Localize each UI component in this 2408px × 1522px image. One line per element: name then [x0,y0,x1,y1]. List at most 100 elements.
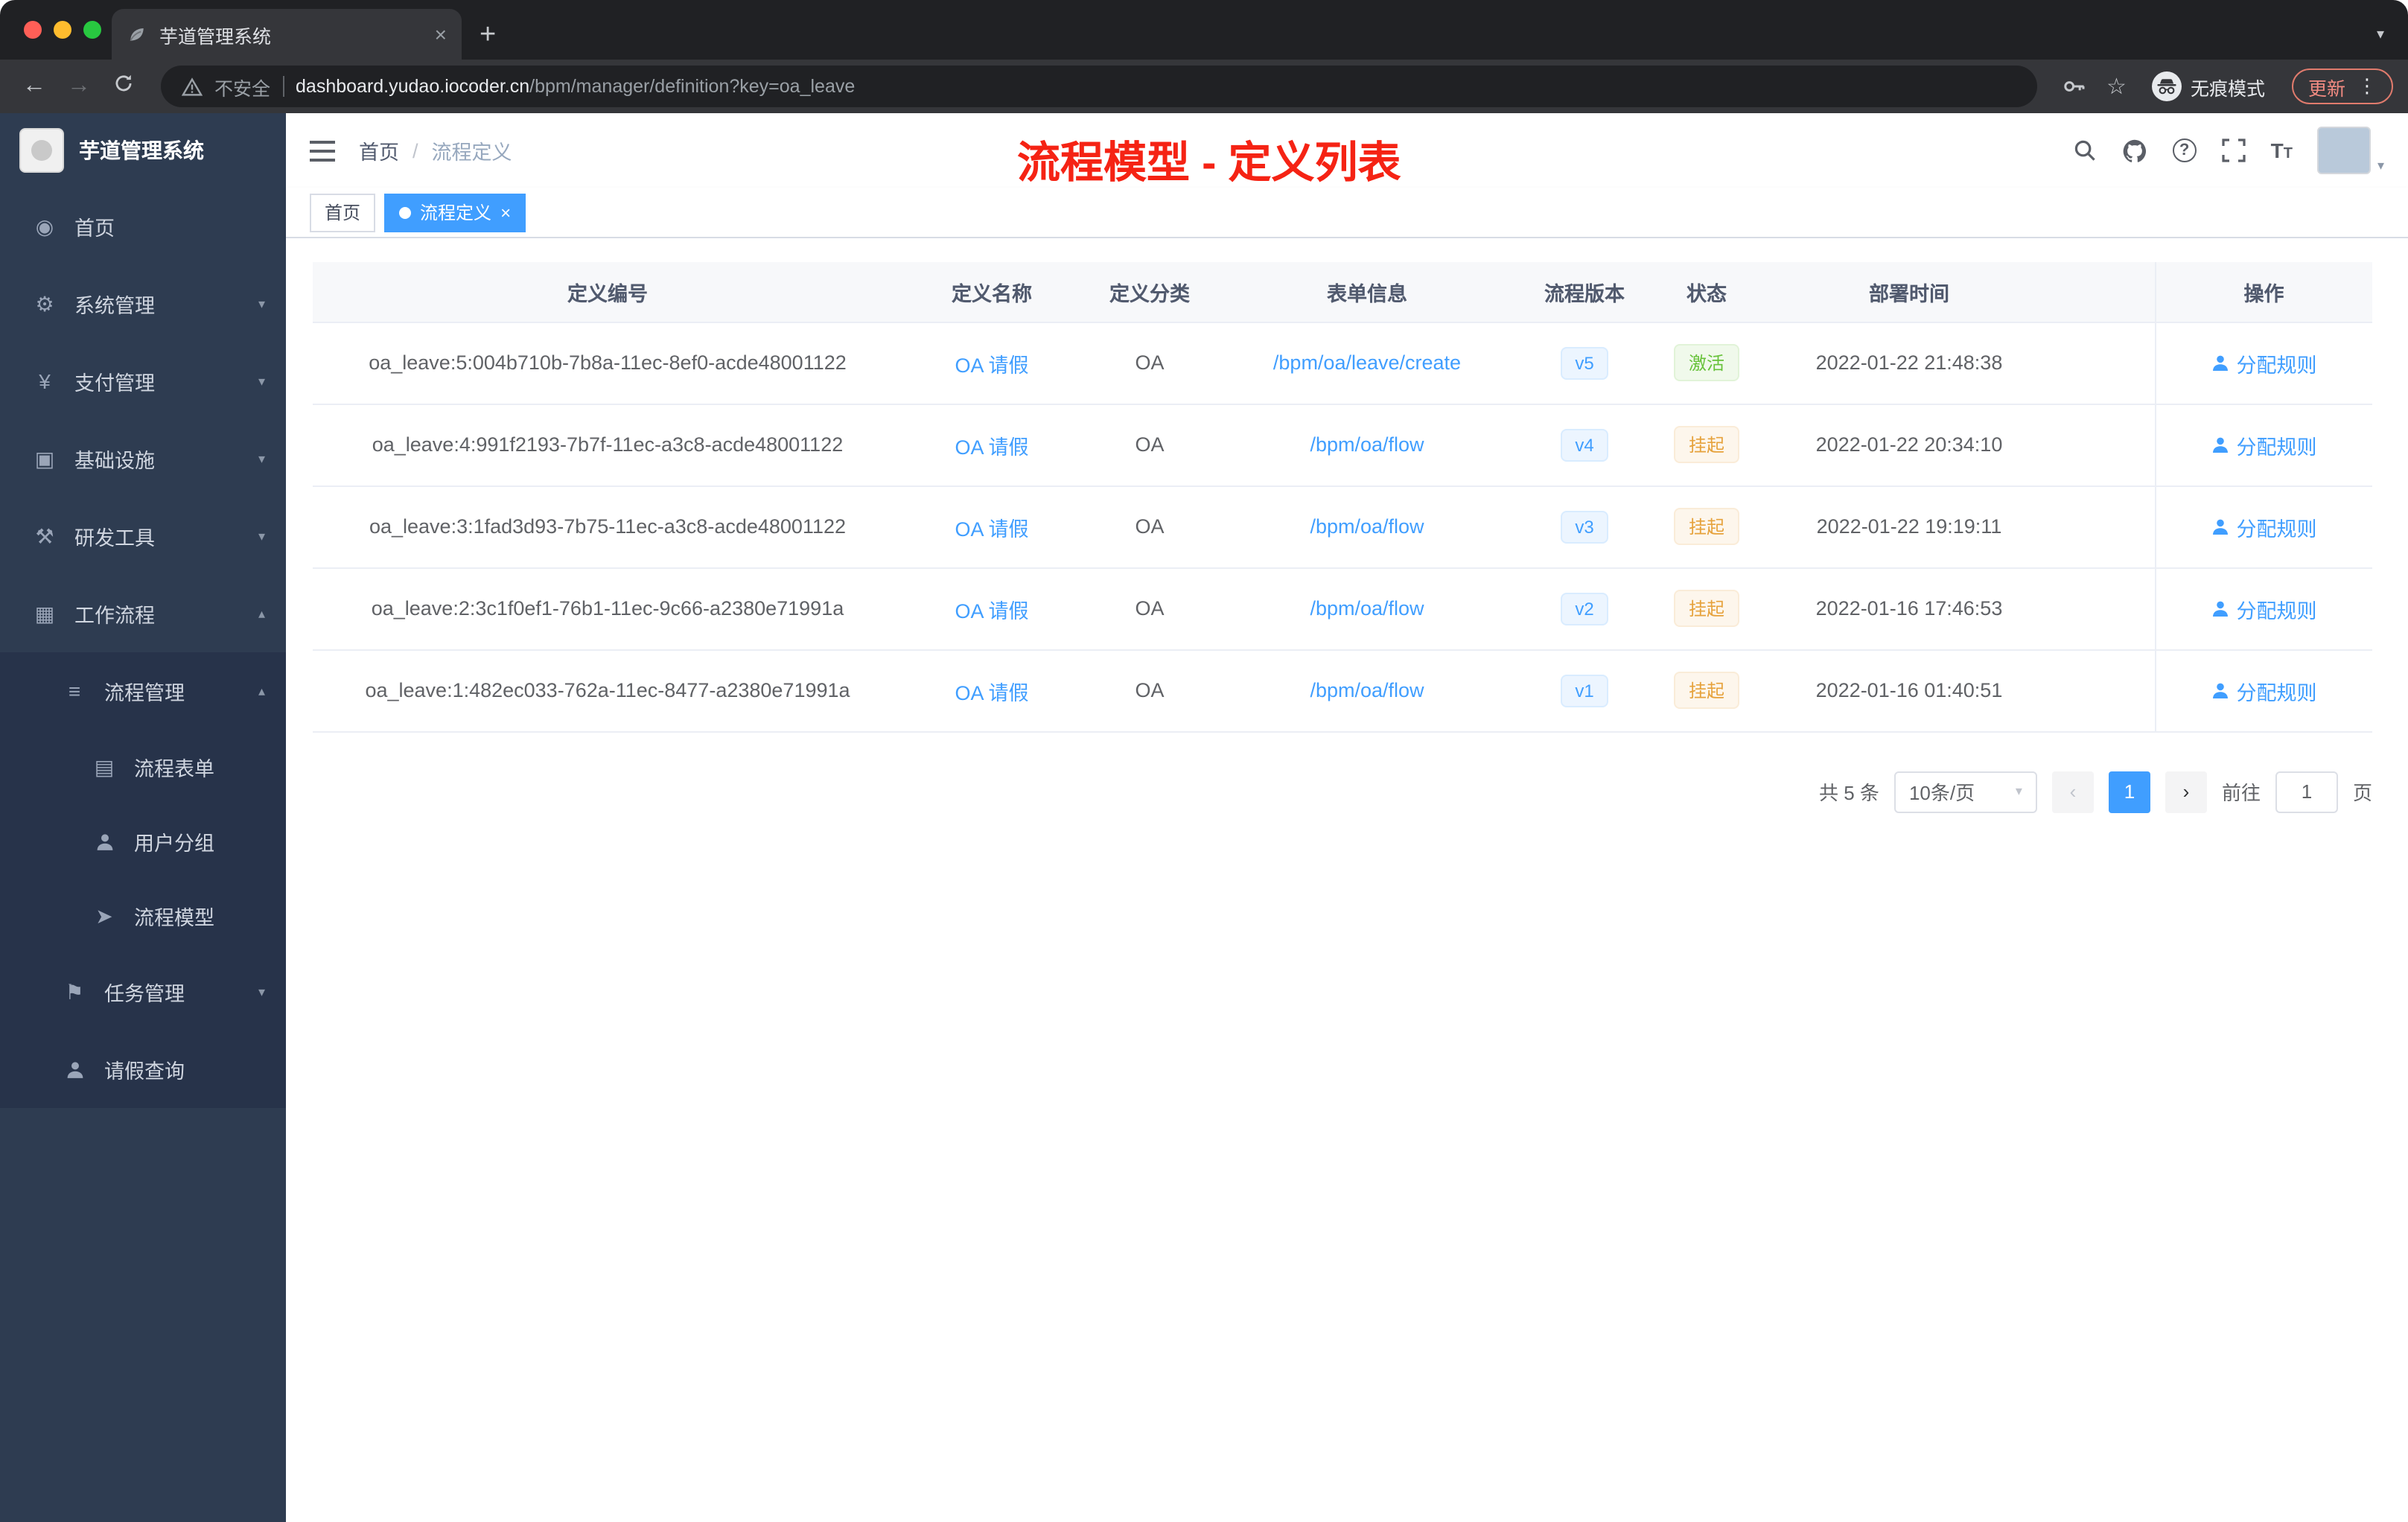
form-link[interactable]: /bpm/oa/flow [1310,597,1424,620]
tab-search-icon[interactable]: ▾ [2377,27,2384,43]
menu-kebab-icon[interactable]: ⋮ [2357,74,2377,98]
help-icon[interactable]: ? [2172,138,2197,162]
gear-icon: ⚙ [35,291,54,315]
definition-category: OA [1081,567,1218,650]
sidebar-fold-icon[interactable] [310,139,335,162]
search-icon[interactable] [2073,138,2097,162]
definition-name-link[interactable]: OA 请假 [955,354,1028,376]
forward-button[interactable]: → [60,73,98,100]
github-icon[interactable] [2122,138,2147,163]
user-avatar[interactable]: ▾ [2317,127,2384,174]
person-icon [2212,682,2228,698]
tab-strip: 芋道管理系统 × + ▾ [0,0,2408,60]
chevron-up-icon: ▴ [258,683,265,698]
assign-rule-button[interactable]: 分配规则 [2211,348,2317,378]
definition-name-link[interactable]: OA 请假 [955,518,1028,540]
sidebar-item-process-form[interactable]: ▤ 流程表单 [0,730,286,804]
close-icon[interactable]: × [500,202,511,223]
sidebar-item-infrastructure[interactable]: ▣ 基础设施 ▾ [0,420,286,497]
zoom-window-button[interactable] [83,21,101,39]
page-size-select[interactable]: 10条/页 ▾ [1893,771,2037,812]
deploy-time: 2022-01-22 20:34:10 [1760,404,2058,486]
table-header-row: 定义编号 定义名称 定义分类 表单信息 流程版本 状态 部署时间 操作 [313,262,2372,322]
assign-rule-label: 分配规则 [2236,599,2317,622]
security-label: 不安全 [214,78,271,99]
new-tab-button[interactable]: + [480,21,496,49]
sidebar-item-label: 基础设施 [74,450,155,472]
window-controls [24,21,101,39]
breadcrumb-home[interactable]: 首页 [359,136,399,165]
status-badge: 挂起 [1673,508,1739,545]
assign-rule-button[interactable]: 分配规则 [2211,512,2317,541]
assign-rule-label: 分配规则 [2236,354,2317,376]
version-badge: v5 [1560,346,1609,379]
sidebar-item-workflow[interactable]: ▦ 工作流程 ▴ [0,575,286,652]
status-badge: 挂起 [1673,590,1739,627]
sidebar-item-label: 研发工具 [74,527,155,550]
spacer [2058,485,2155,568]
dashboard-icon: ◉ [35,214,54,238]
browser-tab[interactable]: 芋道管理系统 × [112,9,462,60]
goto-page-input[interactable] [2275,771,2338,812]
font-size-icon[interactable]: TT [2271,138,2293,162]
sidebar-item-user-group[interactable]: 用户分组 [0,804,286,879]
update-browser-button[interactable]: 更新 ⋮ [2291,69,2393,104]
prev-page-button[interactable]: ‹ [2051,771,2094,812]
person-icon [2212,354,2228,370]
page-button-1[interactable]: 1 [2108,771,2150,812]
sidebar-item-home[interactable]: ◉ 首页 [0,188,286,265]
sidebar-item-label: 流程模型 [134,907,214,929]
sidebar-item-payment[interactable]: ¥ 支付管理 ▾ [0,343,286,420]
tag-home[interactable]: 首页 [310,193,376,232]
definition-category: OA [1081,322,1218,404]
page-annotation: 流程模型 - 定义列表 [1016,140,1401,188]
close-window-button[interactable] [24,21,42,39]
definition-category: OA [1081,485,1218,568]
sidebar-item-process-management[interactable]: ≡ 流程管理 ▴ [0,652,286,730]
table-row: oa_leave:2:3c1f0ef1-76b1-11ec-9c66-a2380… [313,567,2372,650]
definition-name-link[interactable]: OA 请假 [955,681,1028,704]
key-icon[interactable] [2062,74,2086,98]
address-bar[interactable]: 不安全 dashboard.yudao.iocoder.cn/bpm/manag… [161,66,2037,107]
next-page-button[interactable]: › [2165,771,2207,812]
divider [282,76,284,97]
url-text: dashboard.yudao.iocoder.cn/bpm/manager/d… [296,76,855,97]
table-row: oa_leave:1:482ec033-762a-11ec-8477-a2380… [313,649,2372,732]
assign-rule-button[interactable]: 分配规则 [2211,593,2317,623]
chevron-down-icon: ▾ [258,984,265,999]
sidebar-item-process-model[interactable]: ➤ 流程模型 [0,879,286,953]
back-button[interactable]: ← [15,73,54,100]
fullscreen-icon[interactable] [2221,138,2246,162]
definition-name-link[interactable]: OA 请假 [955,599,1028,622]
col-header-category: 定义分类 [1081,262,1218,322]
person-icon [63,1060,86,1079]
col-header-version: 流程版本 [1516,262,1653,322]
briefcase-icon: ▦ [34,601,55,625]
reload-button[interactable] [104,72,143,101]
definition-id: oa_leave:5:004b710b-7b8a-11ec-8ef0-acde4… [313,322,902,404]
table-row: oa_leave:3:1fad3d93-7b75-11ec-a3c8-acde4… [313,485,2372,568]
form-link[interactable]: /bpm/oa/flow [1310,433,1424,456]
incognito-label: 无痕模式 [2190,78,2265,99]
sidebar-item-leave-query[interactable]: 请假查询 [0,1031,286,1108]
assign-rule-button[interactable]: 分配规则 [2211,675,2317,705]
person-icon [2212,600,2228,616]
sidebar-item-system[interactable]: ⚙ 系统管理 ▾ [0,265,286,343]
form-link[interactable]: /bpm/oa/flow [1310,515,1424,538]
form-link[interactable]: /bpm/oa/flow [1310,679,1424,701]
bookmark-star-icon[interactable]: ☆ [2106,73,2127,100]
definition-name-link[interactable]: OA 请假 [955,436,1028,458]
minimize-window-button[interactable] [54,21,71,39]
assign-rule-button[interactable]: 分配规则 [2211,430,2317,459]
deploy-time: 2022-01-16 17:46:53 [1760,567,2058,650]
tab-title: 芋道管理系统 [159,26,272,47]
tab-close-icon[interactable]: × [435,22,447,46]
url-path: /bpm/manager/definition?key=oa_leave [529,76,856,97]
app-logo[interactable]: 芋道管理系统 [0,113,286,188]
chevron-down-icon: ▾ [2015,783,2022,798]
tag-process-definition[interactable]: 流程定义 × [384,193,526,232]
breadcrumb-current: 流程定义 [431,141,512,164]
sidebar-item-task-management[interactable]: ⚑ 任务管理 ▾ [0,953,286,1031]
form-link[interactable]: /bpm/oa/leave/create [1273,351,1461,374]
sidebar-item-devtools[interactable]: ⚒ 研发工具 ▾ [0,497,286,575]
